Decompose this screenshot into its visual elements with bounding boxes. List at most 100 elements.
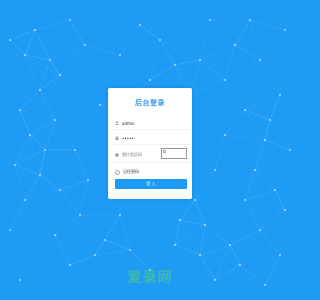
network-line [244,199,261,231]
network-line [119,54,151,81]
broken-image-icon [163,150,166,153]
network-line [174,219,181,246]
network-line [29,119,56,136]
network-node [244,199,246,201]
network-node [69,264,71,266]
network-line [179,219,206,226]
divider [110,129,190,130]
network-node [39,174,41,176]
network-node [54,119,56,121]
network-line [54,119,76,151]
network-line [59,189,81,216]
network-line [224,44,236,81]
network-line [34,29,51,61]
network-node [19,279,21,281]
shield-icon [115,153,119,157]
network-node [69,19,71,21]
network-line [249,19,286,31]
network-line [39,174,61,191]
network-node [284,29,286,31]
network-line [214,264,241,281]
watermark-logo: 爱录网 [127,270,173,286]
login-title: 后台登录 [135,99,165,107]
network-node [174,244,176,246]
network-node [59,74,61,76]
network-line [194,169,216,201]
network-line [174,59,201,66]
network-line [19,109,56,121]
network-line [239,229,261,266]
network-node [194,199,196,201]
network-node [249,19,251,21]
network-line [264,254,281,286]
password-field[interactable]: ••••• [115,133,195,143]
network-line [179,219,201,256]
network-line [44,119,56,151]
network-line [39,89,56,121]
network-node [284,209,286,211]
username-field[interactable]: admin [115,118,195,128]
network-line [254,139,266,171]
network-node [264,139,266,141]
network-line [14,164,26,201]
network-node [99,104,101,106]
network-line [174,224,206,246]
network-line [9,199,26,231]
network-node [214,279,216,281]
network-line [199,224,206,256]
network-line [214,134,226,171]
network-line [259,209,286,231]
network-node [9,39,11,41]
captcha-field[interactable]: 图片验证码 [115,150,159,160]
network-line [194,199,206,226]
network-line [224,59,261,81]
username-value: admin [122,120,135,126]
network-line [14,134,31,166]
network-line [159,39,176,66]
network-node [204,224,206,226]
network-line [199,59,226,81]
remember-label: 记住密码 [123,169,139,174]
network-line [174,244,201,256]
network-line [259,59,281,96]
network-node [224,134,226,136]
login-button[interactable]: 登 入 [115,179,187,189]
network-line [69,254,96,266]
network-line [119,24,141,56]
network-line [254,149,291,171]
network-line [244,169,256,201]
remember-checkbox[interactable]: 记住密码 [115,167,195,177]
network-line [229,244,241,266]
network-line [39,74,61,91]
network-node [209,19,211,21]
network-line [9,39,26,56]
network-node [44,149,46,151]
network-line [14,164,41,176]
network-line [29,134,46,151]
network-node [179,219,181,221]
network-line [204,224,231,246]
network-line [94,239,106,256]
network-node [29,134,31,136]
network-node [34,29,36,31]
network-line [59,179,89,191]
captcha-image[interactable] [161,148,187,159]
network-node [224,79,226,81]
network-node [14,164,16,166]
network-line [149,64,176,81]
network-line [264,119,271,141]
network-node [104,239,106,241]
network-line [14,149,46,166]
network-node [119,54,121,56]
network-line [269,119,291,151]
network-line [189,79,226,96]
lock-icon [115,135,119,140]
network-node [139,24,141,26]
user-icon [115,121,119,125]
network-node [174,64,176,66]
network-node [54,234,56,236]
network-line [79,214,106,241]
network-line [214,244,231,281]
network-line [224,79,246,111]
network-node [229,244,231,246]
